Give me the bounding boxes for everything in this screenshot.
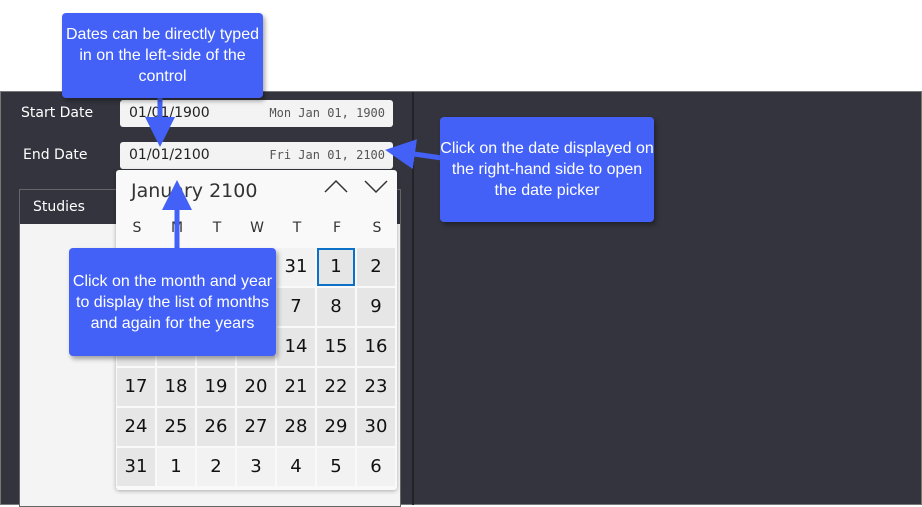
arrow-picker [385, 139, 443, 169]
callout-month: Click on the month and year to display t… [69, 248, 276, 356]
callout-picker: Click on the date displayed on the right… [440, 117, 654, 222]
callout-typed: Dates can be directly typed in on the le… [62, 13, 263, 98]
